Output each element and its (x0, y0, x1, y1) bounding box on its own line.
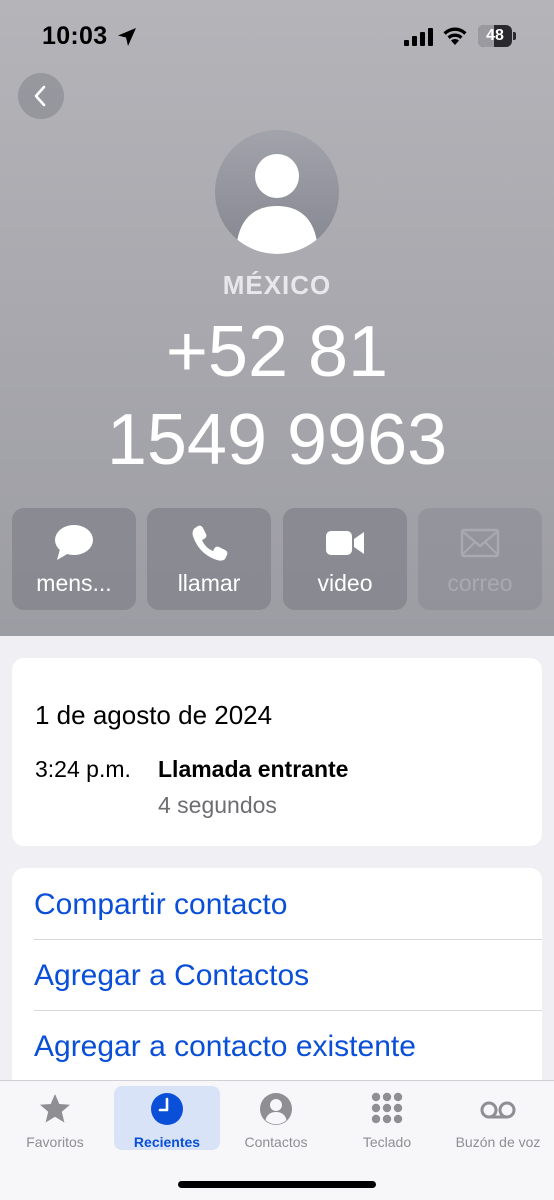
add-to-existing-contact-option[interactable]: Agregar a contacto existente (34, 1012, 542, 1082)
clock-icon (151, 1093, 183, 1125)
share-contact-option[interactable]: Compartir contacto (34, 870, 542, 940)
battery-tip (513, 32, 516, 40)
tab-recents-label: Recientes (133, 1134, 201, 1150)
message-button-label: mens... (36, 570, 112, 596)
tab-favorites[interactable]: Favoritos (2, 1086, 108, 1150)
call-duration: 4 segundos (158, 792, 277, 818)
avatar (215, 130, 339, 254)
tab-favorites-label: Favoritos (26, 1134, 84, 1150)
contact-header: 10:03 48 MÉXICO +52 81 1549 9963 mens...… (0, 0, 554, 636)
cellular-signal-icon (404, 28, 433, 46)
location-arrow-icon (118, 28, 136, 46)
tab-voicemail-label: Buzón de voz (455, 1134, 541, 1150)
tab-keypad[interactable]: Teclado (334, 1086, 440, 1150)
divider (34, 1010, 542, 1011)
person-silhouette-icon (237, 154, 317, 254)
call-details-card: 1 de agosto de 2024 3:24 p.m. Llamada en… (12, 658, 542, 846)
battery-level: 48 (486, 27, 504, 44)
tab-voicemail[interactable]: Buzón de voz (445, 1086, 551, 1150)
person-circle-icon (260, 1093, 292, 1125)
mail-button-label: correo (447, 570, 513, 596)
video-button[interactable]: video (283, 508, 407, 610)
keypad-icon (371, 1092, 403, 1124)
mail-button[interactable]: correo (418, 508, 542, 610)
wifi-icon (443, 27, 467, 45)
back-button[interactable] (18, 73, 64, 119)
message-button[interactable]: mens... (12, 508, 136, 610)
message-icon (55, 525, 93, 560)
contact-country: MÉXICO (222, 270, 332, 300)
tab-contacts[interactable]: Contactos (223, 1086, 329, 1150)
battery-indicator: 48 (478, 25, 516, 47)
voicemail-icon (480, 1101, 516, 1119)
status-bar: 10:03 48 (0, 0, 554, 72)
video-icon (326, 531, 364, 555)
call-date: 1 de agosto de 2024 (35, 700, 273, 730)
status-time: 10:03 (42, 22, 108, 50)
mail-icon (460, 528, 500, 558)
call-time: 3:24 p.m. (35, 756, 131, 782)
video-button-label: video (317, 570, 373, 596)
phone-icon (192, 525, 228, 561)
chevron-left-icon (34, 85, 46, 107)
phone-number-line-1: +52 81 (165, 312, 389, 392)
action-buttons: mens... llamar video correo (12, 508, 542, 610)
divider (34, 939, 542, 940)
tab-recents[interactable]: Recientes (114, 1086, 220, 1150)
call-button-label: llamar (177, 570, 241, 596)
call-type: Llamada entrante (158, 756, 349, 782)
add-to-contacts-option[interactable]: Agregar a Contactos (34, 941, 542, 1011)
home-indicator (178, 1181, 376, 1188)
contact-options-card: Compartir contacto Agregar a Contactos A… (12, 868, 542, 1108)
phone-number-line-2: 1549 9963 (106, 400, 448, 480)
call-button[interactable]: llamar (147, 508, 271, 610)
tab-keypad-label: Teclado (362, 1134, 412, 1150)
battery-body: 48 (478, 25, 512, 47)
star-icon (40, 1094, 70, 1123)
tab-contacts-label: Contactos (244, 1134, 308, 1150)
